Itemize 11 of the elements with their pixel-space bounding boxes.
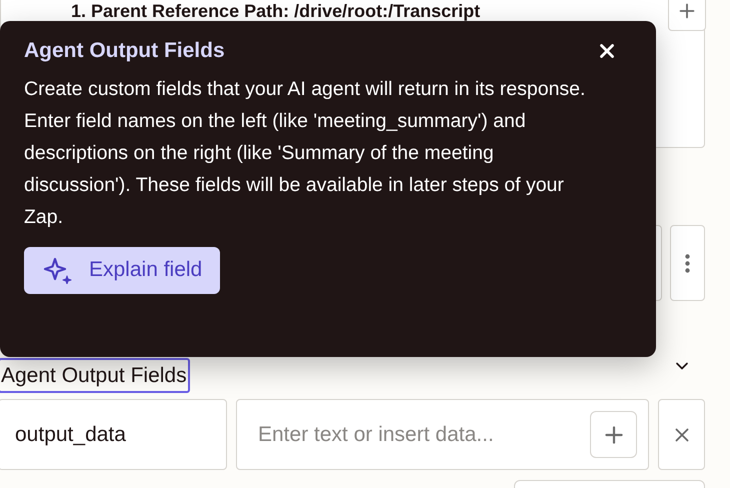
insert-button[interactable] [590, 411, 637, 458]
more-icon [685, 254, 690, 272]
insert-button[interactable] [668, 0, 706, 31]
sparkle-icon [42, 256, 74, 284]
explain-field-button[interactable]: Explain field [24, 246, 220, 294]
parent-reference-path: 1. Parent Reference Path: /drive/root:/Transcript [71, 1, 480, 21]
field-label: Agent Output Fields [0, 358, 190, 393]
description-input[interactable]: Enter text or insert data... [236, 399, 649, 470]
popover-title: Agent Output Fields [24, 38, 225, 64]
popover-description: Create custom fields that your AI agent will return in its response. Enter field names on the left (like 'meeting_summary') and descriptions on the right (like 'Summary of the meeting discussion'). These fields will be available in later steps of your Zap. [24, 76, 586, 230]
field-name-input[interactable]: output_data [0, 399, 227, 470]
